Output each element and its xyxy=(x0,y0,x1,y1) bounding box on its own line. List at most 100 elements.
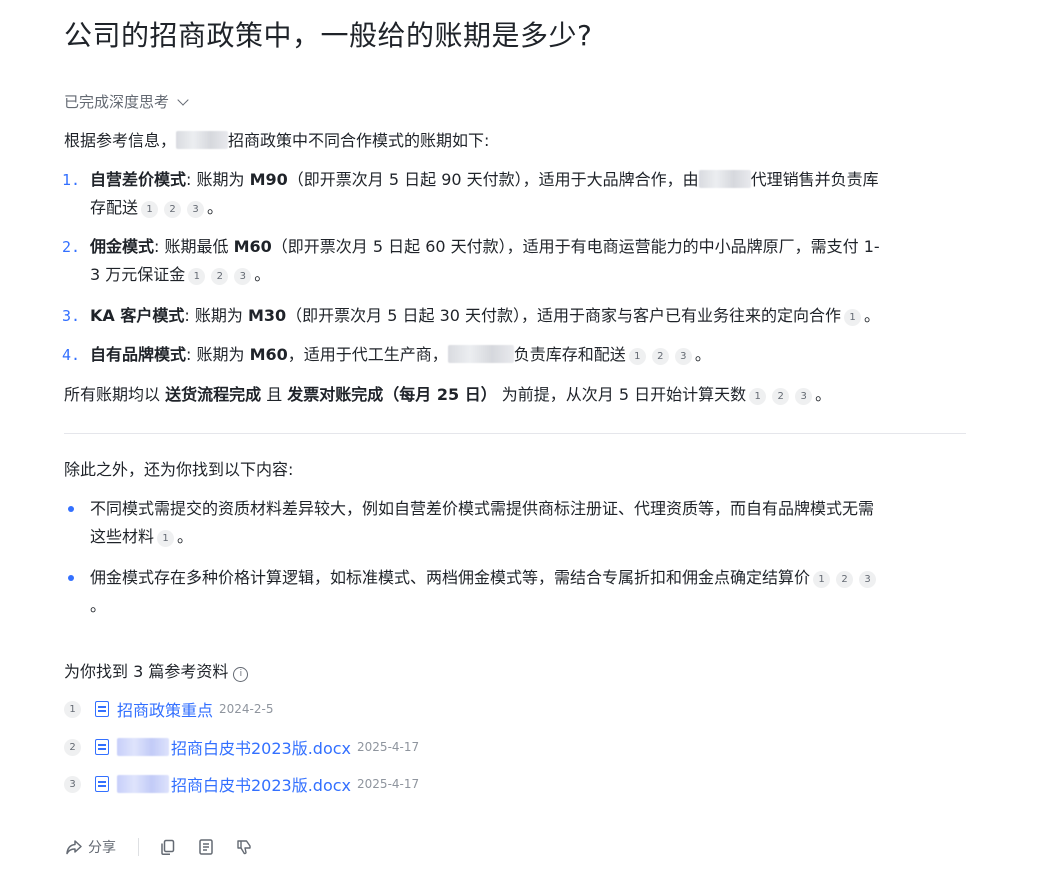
bullet-text: 不同模式需提交的资质材料差异较大，例如自营差价模式需提供商标注册证、代理资质等，… xyxy=(90,499,875,518)
share-button[interactable]: 分享 xyxy=(64,837,116,857)
citation[interactable]: 3 xyxy=(187,201,205,218)
document-icon xyxy=(199,839,213,855)
item-title: 佣金模式 xyxy=(90,237,155,256)
bullet-end: 。 xyxy=(90,596,107,615)
refs-heading: 为你找到 3 篇参考资料 xyxy=(64,662,229,681)
intro-paragraph: 根据参考信息， 招商政策中不同合作模式的账期如下: xyxy=(64,127,489,155)
item-text: : 账期为 xyxy=(186,170,250,189)
citation[interactable]: 2 xyxy=(211,268,229,285)
thumbs-down-icon xyxy=(237,840,251,855)
item-end: 。 xyxy=(207,198,224,217)
item-end: 。 xyxy=(694,345,711,364)
item-text: : 账期最低 xyxy=(154,237,234,256)
share-label: 分享 xyxy=(88,840,116,856)
intro-pre: 根据参考信息， xyxy=(64,131,177,150)
divider xyxy=(64,433,966,434)
bullet-end: 。 xyxy=(177,527,194,546)
copy-button[interactable] xyxy=(157,836,179,858)
dislike-button[interactable] xyxy=(233,836,255,858)
chevron-down-icon xyxy=(177,94,189,106)
item-text: : 账期为 xyxy=(186,345,250,364)
intro-post: 招商政策中不同合作模式的账期如下: xyxy=(228,131,490,150)
item-end: 。 xyxy=(254,265,271,284)
thinking-toggle[interactable]: 已完成深度思考 xyxy=(64,91,189,112)
item-title: 自营差价模式 xyxy=(90,170,187,189)
reference-link[interactable]: 招商政策重点 xyxy=(117,697,213,721)
reference-index: 1 xyxy=(64,700,81,718)
summary-paragraph: 所有账期均以 送货流程完成 且 发票对账完成（每月 25 日） 为前提，从次月 … xyxy=(64,381,831,409)
reference-date: 2025-4-17 xyxy=(357,777,420,791)
reference-item[interactable]: 3 招商白皮书2023版.docx 2025-4-17 xyxy=(64,772,419,796)
item-text: : 账期为 xyxy=(184,306,248,325)
info-icon[interactable]: i xyxy=(233,666,249,682)
copy-icon xyxy=(161,839,175,855)
list-item: 3. KA 客户模式: 账期为 M30（即开票次月 5 日起 30 天付款），适… xyxy=(62,302,968,330)
reference-item[interactable]: 1 招商政策重点 2024-2-5 xyxy=(64,697,273,721)
item-code: M30 xyxy=(247,306,287,325)
item-text: （即开票次月 5 日起 30 天付款），适用于商家与客户已有业务往来的定向合作 xyxy=(286,306,842,325)
bullet-dot xyxy=(68,506,74,512)
item-code: M60 xyxy=(249,345,288,364)
summary-text: 且 xyxy=(261,385,288,404)
summary-end: 。 xyxy=(815,385,832,404)
item-end: 。 xyxy=(864,306,881,325)
bullet-dot xyxy=(68,575,74,581)
list-item: 2. 佣金模式: 账期最低 M60（即开票次月 5 日起 60 天付款），适用于… xyxy=(62,233,968,289)
item-text: 3 万元保证金 xyxy=(90,265,186,284)
citation[interactable]: 2 xyxy=(651,348,669,365)
action-divider xyxy=(138,838,139,856)
item-text: （即开票次月 5 日起 60 天付款），适用于有电商运营能力的中小品牌原厂，需支… xyxy=(271,237,880,256)
list-number: 3. xyxy=(61,307,80,325)
item-text: ，适用于代工生产商， xyxy=(287,345,448,364)
summary-text: 所有账期均以 xyxy=(64,385,166,404)
item-text: （即开票次月 5 日起 90 天付款），适用于大品牌合作，由 xyxy=(287,170,699,189)
refs-heading-row: 为你找到 3 篇参考资料 i xyxy=(64,658,249,686)
item-title: 自有品牌模式 xyxy=(90,345,187,364)
bullet-item: 不同模式需提交的资质材料差异较大，例如自营差价模式需提供商标注册证、代理资质等，… xyxy=(64,495,968,551)
citation[interactable]: 1 xyxy=(157,530,175,547)
citation[interactable]: 3 xyxy=(674,348,692,365)
list-number: 4. xyxy=(61,346,80,364)
list-item: 1. 自营差价模式: 账期为 M90（即开票次月 5 日起 90 天付款），适用… xyxy=(62,166,968,222)
list-number: 1. xyxy=(61,171,80,189)
citation[interactable]: 2 xyxy=(772,388,790,405)
share-icon xyxy=(66,840,82,855)
citation[interactable]: 2 xyxy=(836,571,854,588)
citation[interactable]: 1 xyxy=(844,309,862,326)
redacted-company xyxy=(117,775,169,793)
reference-date: 2025-4-17 xyxy=(357,740,420,754)
item-text: 负责库存和配送 xyxy=(513,345,626,364)
citation[interactable]: 1 xyxy=(749,388,767,405)
item-code: M90 xyxy=(249,170,288,189)
document-icon xyxy=(95,739,109,755)
action-bar: 分享 xyxy=(64,836,271,858)
summary-text: 为前提，从次月 5 日开始计算天数 xyxy=(496,385,747,404)
reference-item[interactable]: 2 招商白皮书2023版.docx 2025-4-17 xyxy=(64,735,419,759)
bullet-text: 这些材料 xyxy=(90,527,155,546)
reference-link[interactable]: 招商白皮书2023版.docx xyxy=(171,735,351,759)
list-number: 2. xyxy=(61,238,80,256)
reference-date: 2024-2-5 xyxy=(219,702,274,716)
citation[interactable]: 1 xyxy=(813,571,831,588)
redacted-company xyxy=(698,170,751,188)
citation[interactable]: 1 xyxy=(628,348,646,365)
citation[interactable]: 3 xyxy=(795,388,813,405)
redacted-company xyxy=(117,738,169,756)
citation[interactable]: 2 xyxy=(164,201,182,218)
document-button[interactable] xyxy=(195,836,217,858)
item-title: KA 客户模式 xyxy=(90,306,185,325)
citation[interactable]: 3 xyxy=(234,268,252,285)
thinking-label: 已完成深度思考 xyxy=(64,93,170,111)
extra-heading: 除此之外，还为你找到以下内容: xyxy=(64,460,294,479)
summary-bold: 送货流程完成 xyxy=(165,385,262,404)
bullet-item: 佣金模式存在多种价格计算逻辑，如标准模式、两档佣金模式等，需结合专属折扣和佣金点… xyxy=(64,564,968,620)
reference-index: 3 xyxy=(64,775,81,793)
citation[interactable]: 1 xyxy=(141,201,159,218)
citation[interactable]: 3 xyxy=(859,571,877,588)
document-icon xyxy=(95,701,109,717)
reference-link[interactable]: 招商白皮书2023版.docx xyxy=(171,772,351,796)
document-icon xyxy=(95,776,109,792)
redacted-company xyxy=(176,131,229,149)
citation[interactable]: 1 xyxy=(188,268,206,285)
summary-bold: 发票对账完成（每月 25 日） xyxy=(287,385,497,404)
